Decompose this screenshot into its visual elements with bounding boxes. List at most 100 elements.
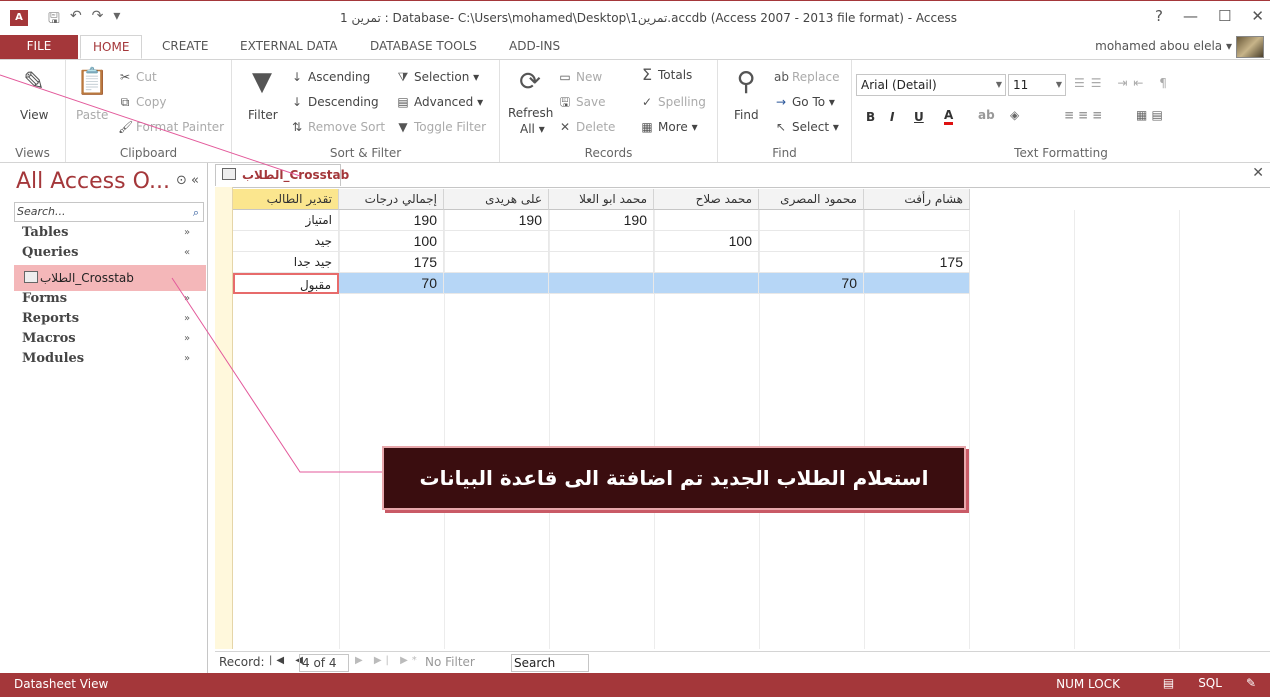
bold-button[interactable]: B (866, 110, 875, 124)
table-cell[interactable] (654, 252, 759, 273)
table-cell[interactable]: جيد جدا (233, 252, 339, 273)
collapse-icon[interactable]: « (184, 247, 190, 258)
table-cell[interactable] (759, 231, 864, 252)
column-header[interactable]: تقدير الطالب (233, 189, 339, 210)
font-color-button[interactable]: A (944, 108, 954, 125)
undo-icon[interactable]: ↶ (70, 8, 82, 32)
table-cell[interactable]: 70 (759, 273, 864, 294)
table-cell[interactable] (444, 231, 549, 252)
redo-icon[interactable]: ↷ (92, 8, 104, 32)
font-size-select[interactable]: 11 ▼ (1008, 74, 1066, 96)
avatar[interactable] (1236, 36, 1264, 58)
refresh-button[interactable]: Refresh (508, 106, 553, 120)
totals-button[interactable]: Σ Totals (640, 67, 692, 83)
search-icon[interactable]: ⌕ (193, 204, 199, 222)
column-header[interactable]: إجمالي درجات (339, 189, 444, 210)
design-view-icon[interactable]: ✎ (18, 66, 50, 98)
no-filter-indicator[interactable]: No Filter (425, 655, 475, 669)
table-cell[interactable]: 70 (339, 273, 444, 294)
tab-external-data[interactable]: EXTERNAL DATA (228, 35, 349, 59)
new-record-button[interactable]: ▭ New (558, 70, 602, 84)
ascending-button[interactable]: ↓ Ascending (290, 70, 370, 84)
tab-database-tools[interactable]: DATABASE TOOLS (358, 35, 489, 59)
tab-create[interactable]: CREATE (150, 35, 221, 59)
tab-file[interactable]: FILE (0, 35, 78, 59)
nav-group-forms[interactable]: Forms (22, 291, 67, 306)
spelling-button[interactable]: ✓ Spelling (640, 95, 706, 109)
format-painter-button[interactable]: 🖌 Format Painter (118, 120, 224, 134)
close-document-icon[interactable]: ✕ (1252, 165, 1264, 181)
table-cell[interactable] (654, 273, 759, 294)
current-record-field[interactable]: 4 of 4 (299, 654, 349, 672)
column-header[interactable]: هشام رأفت (864, 189, 970, 210)
refresh-icon[interactable]: ⟳ (514, 66, 546, 98)
font-name-select[interactable]: Arial (Detail) ▼ (856, 74, 1006, 96)
column-header[interactable]: محمود المصرى (759, 189, 864, 210)
table-cell[interactable] (759, 252, 864, 273)
expand-icon[interactable]: » (184, 227, 190, 238)
column-header[interactable]: محمد ابو العلا (549, 189, 654, 210)
view-button[interactable]: View (20, 108, 48, 122)
tab-home[interactable]: HOME (80, 35, 143, 59)
filter-icon[interactable]: ▼ (246, 66, 278, 98)
goto-button[interactable]: → Go To ▾ (774, 95, 835, 109)
minimize-button[interactable]: — (1183, 7, 1198, 25)
table-cell[interactable]: 175 (339, 252, 444, 273)
column-header[interactable]: محمد صلاح (654, 189, 759, 210)
advanced-button[interactable]: ▤ Advanced ▾ (396, 95, 483, 109)
nav-group-modules[interactable]: Modules (22, 351, 84, 366)
design-view-icon[interactable]: ✎ (1246, 676, 1256, 690)
underline-button[interactable]: U (914, 110, 924, 124)
refresh-all-dropdown[interactable]: All ▾ (520, 122, 545, 136)
record-selector-column[interactable] (215, 187, 233, 649)
table-cell[interactable] (444, 273, 549, 294)
table-cell[interactable]: امتياز (233, 210, 339, 231)
nav-item-crosstab-label[interactable]: الطلاب_Crosstab (40, 271, 134, 285)
nav-pane-title[interactable]: All Access O... (16, 169, 170, 194)
table-cell[interactable]: 190 (339, 210, 444, 231)
table-cell[interactable]: جيد (233, 231, 339, 252)
paste-button[interactable]: Paste (76, 108, 108, 122)
table-cell[interactable]: 100 (339, 231, 444, 252)
record-search-input[interactable]: Search (511, 654, 589, 672)
next-last-new-record-buttons[interactable]: ▶ ▶| ▶* (355, 655, 421, 666)
table-cell-focused[interactable]: مقبول (233, 273, 339, 294)
paste-icon[interactable]: 📋 (76, 66, 108, 98)
descending-button[interactable]: ↓ Descending (290, 95, 379, 109)
table-cell[interactable]: 100 (654, 231, 759, 252)
expand-icon[interactable]: » (184, 333, 190, 344)
list-buttons[interactable]: ☰☰ ⇥⇤ ¶ (1074, 76, 1173, 90)
fill-color-icon[interactable]: ◈ (1010, 108, 1019, 122)
table-cell[interactable] (864, 210, 970, 231)
table-cell[interactable] (549, 252, 654, 273)
table-cell[interactable] (759, 210, 864, 231)
more-button[interactable]: ▦ More ▾ (640, 120, 697, 134)
expand-icon[interactable]: » (184, 353, 190, 364)
nav-group-macros[interactable]: Macros (22, 331, 76, 346)
cut-button[interactable]: ✂ Cut (118, 70, 157, 84)
table-cell[interactable]: 175 (864, 252, 970, 273)
datasheet-view-icon[interactable]: ▤ (1163, 676, 1174, 690)
copy-button[interactable]: ⧉ Copy (118, 95, 167, 109)
table-cell[interactable]: 190 (444, 210, 549, 231)
nav-search-input[interactable]: Search... ⌕ (14, 202, 204, 222)
table-cell[interactable]: 190 (549, 210, 654, 231)
toggle-filter-button[interactable]: ▼ Toggle Filter (396, 120, 486, 134)
table-cell[interactable] (549, 231, 654, 252)
access-app-icon[interactable]: A (10, 10, 28, 26)
expand-icon[interactable]: » (184, 293, 190, 304)
sql-view-button[interactable]: SQL (1198, 676, 1222, 690)
binoculars-icon[interactable]: ⚲ (730, 66, 762, 98)
table-cell[interactable] (654, 210, 759, 231)
nav-pane-controls[interactable]: ⊙ « (176, 173, 199, 188)
nav-group-queries[interactable]: Queries (22, 245, 78, 260)
table-cell[interactable] (549, 273, 654, 294)
user-account[interactable]: mohamed abou elela ▾ (1095, 39, 1232, 53)
replace-button[interactable]: ab Replace (774, 70, 839, 84)
highlight-icon[interactable]: ab (978, 108, 995, 122)
nav-group-tables[interactable]: Tables (22, 225, 68, 240)
delete-record-button[interactable]: ✕ Delete (558, 120, 615, 134)
column-header[interactable]: على هريدى (444, 189, 549, 210)
document-tab-crosstab[interactable]: الطلاب_Crosstab (215, 164, 349, 186)
table-cell[interactable] (864, 273, 970, 294)
